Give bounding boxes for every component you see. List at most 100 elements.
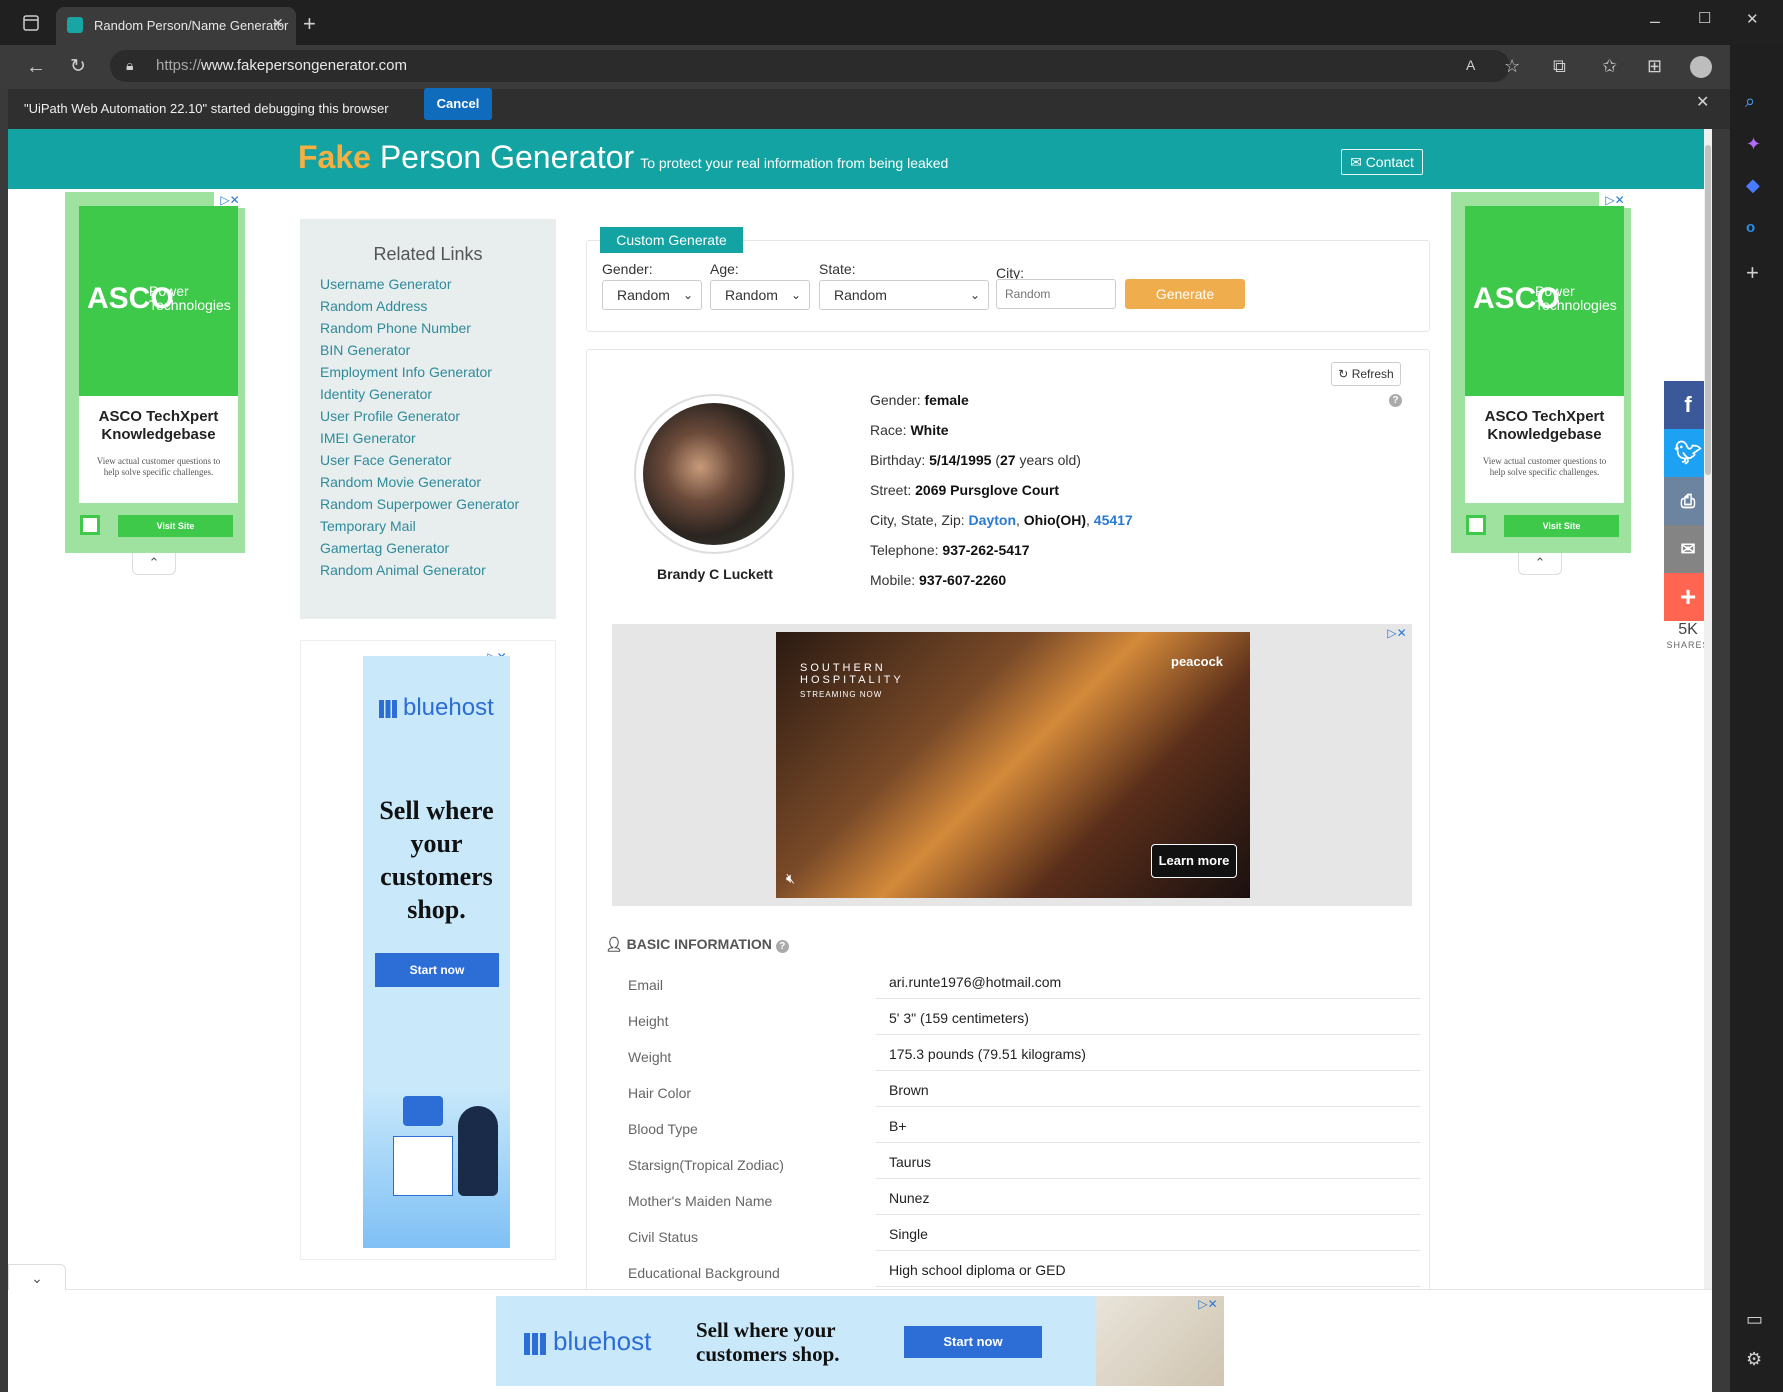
row-divider: [876, 1250, 1420, 1251]
new-tab-icon[interactable]: +: [303, 13, 316, 35]
age-select[interactable]: Random ⌄: [710, 280, 810, 310]
back-icon[interactable]: ←: [26, 57, 46, 77]
bottom-ad-collapse-button[interactable]: ⌄: [8, 1264, 66, 1290]
person-name: Brandy C Luckett: [657, 566, 773, 582]
help-icon[interactable]: ?: [775, 940, 789, 953]
refresh-icon: ↻: [1338, 367, 1349, 381]
row-label-education: Educational Background: [628, 1265, 780, 1281]
maximize-icon[interactable]: ☐: [1698, 11, 1711, 26]
state-select[interactable]: Random ⌄: [819, 280, 989, 310]
bluehost-headline: Sell where your customers shop.: [379, 796, 494, 924]
browser-tab[interactable]: Random Person/Name Generator: [56, 7, 296, 45]
related-link[interactable]: User Face Generator: [300, 449, 556, 471]
row-value-weight: 175.3 pounds (79.51 kilograms): [889, 1046, 1086, 1062]
asco-body: View actual customer questions to help s…: [1482, 456, 1607, 477]
scrollbar-thumb[interactable]: [1705, 145, 1711, 475]
basic-info-title: BASIC INFORMATION: [626, 936, 772, 952]
row-label-maiden-name: Mother's Maiden Name: [628, 1193, 773, 1209]
related-link[interactable]: Random Animal Generator: [300, 559, 556, 581]
extensions-icon[interactable]: ⧉: [1553, 57, 1566, 75]
related-link[interactable]: User Profile Generator: [300, 405, 556, 427]
asco-visit-button[interactable]: Visit Site: [118, 515, 233, 537]
row-label-civil-status: Civil Status: [628, 1229, 699, 1245]
contact-button[interactable]: ✉ Contact: [1341, 149, 1423, 175]
sidebar-outlook-icon[interactable]: o: [1746, 220, 1755, 235]
reload-icon[interactable]: ↻: [70, 57, 86, 76]
related-link[interactable]: Username Generator: [300, 273, 556, 295]
street-row: Street: 2069 Pursglove Court: [870, 482, 1060, 498]
row-value-starsign: Taurus: [889, 1154, 932, 1170]
favorites-icon[interactable]: ✩: [1602, 57, 1617, 75]
asco-body: View actual customer questions to help s…: [96, 456, 221, 477]
tab-close-icon[interactable]: ✕: [272, 16, 284, 30]
generate-button[interactable]: Generate: [1125, 279, 1245, 309]
learn-more-button[interactable]: Learn more: [1151, 844, 1237, 878]
site-logo[interactable]: Fake Person Generator To protect your rea…: [298, 137, 948, 183]
city-input[interactable]: [996, 279, 1116, 309]
url-host: www.fakepersongenerator.com: [201, 57, 407, 74]
city-link[interactable]: Dayton: [969, 512, 1016, 528]
related-link[interactable]: Identity Generator: [300, 383, 556, 405]
related-link[interactable]: Employment Info Generator: [300, 361, 556, 383]
mobile-value: 937-607-2260: [919, 572, 1007, 588]
tab-actions-icon[interactable]: [22, 14, 40, 32]
row-value-hair-color: Brown: [889, 1082, 929, 1098]
age-label: Age:: [710, 261, 739, 277]
close-window-icon[interactable]: ✕: [1746, 12, 1759, 27]
mute-icon[interactable]: 🔇︎: [786, 870, 795, 887]
gender-select[interactable]: Random ⌄: [602, 280, 702, 310]
sidebar-settings-icon[interactable]: ⚙: [1746, 1350, 1762, 1368]
lock-icon[interactable]: 🔒︎: [126, 58, 133, 72]
ad-choices-icon[interactable]: ▷✕: [1381, 625, 1413, 641]
help-icon[interactable]: ?: [1389, 394, 1402, 407]
mobile-row: Mobile: 937-607-2260: [870, 572, 1007, 588]
asco-visit-button[interactable]: Visit Site: [1504, 515, 1619, 537]
basic-info-heading: 👤︎ BASIC INFORMATION ?: [605, 936, 789, 953]
bluehost-start-button[interactable]: Start now: [904, 1326, 1042, 1358]
row-label-starsign: Starsign(Tropical Zodiac): [628, 1157, 784, 1173]
asco-tech: Technologies: [149, 297, 231, 313]
related-link[interactable]: Gamertag Generator: [300, 537, 556, 559]
collections-icon[interactable]: ⊞: [1647, 57, 1662, 75]
asco-ad-icon: [1466, 515, 1486, 535]
gender-row: Gender: female: [870, 392, 969, 408]
refresh-button[interactable]: ↻ Refresh: [1331, 362, 1401, 386]
bluehost-start-button[interactable]: Start now: [375, 953, 499, 987]
video-ad-player[interactable]: SOUTHERN HOSPITALITY STREAMING NOW peaco…: [776, 632, 1250, 898]
minimize-icon[interactable]: –: [1650, 12, 1660, 30]
read-aloud-icon[interactable]: A: [1466, 58, 1475, 72]
sidebar-layout-icon[interactable]: ▭: [1746, 1310, 1763, 1328]
asco-tech: Technologies: [1535, 297, 1617, 313]
zip-link[interactable]: 45417: [1094, 512, 1133, 528]
related-link[interactable]: BIN Generator: [300, 339, 556, 361]
add-favorite-icon[interactable]: ☆: [1504, 57, 1520, 75]
related-link[interactable]: Random Phone Number: [300, 317, 556, 339]
ad-choices-icon[interactable]: ▷✕: [1192, 1296, 1224, 1312]
asco-logo-panel: ASCO Power Technologies: [1465, 206, 1624, 396]
bluehost-bottom-ad[interactable]: bluehost Sell where your customers shop.…: [496, 1296, 1224, 1386]
related-link[interactable]: Random Movie Generator: [300, 471, 556, 493]
related-link[interactable]: Temporary Mail: [300, 515, 556, 537]
brand-fake: Fake: [298, 139, 371, 175]
related-link[interactable]: Random Superpower Generator: [300, 493, 556, 515]
right-ad-collapse-button[interactable]: ⌃: [1518, 553, 1562, 575]
row-label-blood-type: Blood Type: [628, 1121, 698, 1137]
row-label-email: Email: [628, 977, 664, 993]
custom-generate-title: Custom Generate: [600, 227, 743, 253]
sidebar-copilot-icon[interactable]: ✦: [1746, 135, 1761, 153]
bluehost-side-ad[interactable]: bluehost Sell where your customers shop.…: [363, 656, 510, 1248]
sidebar-shopping-icon[interactable]: ◆: [1746, 176, 1760, 194]
bluehost-grid-icon: [524, 1333, 546, 1355]
related-link[interactable]: IMEI Generator: [300, 427, 556, 449]
left-ad-collapse-button[interactable]: ⌃: [132, 553, 176, 575]
sidebar-search-icon[interactable]: ⌕: [1745, 92, 1755, 110]
race-value: White: [910, 422, 949, 438]
tab-title: Random Person/Name Generator: [94, 18, 289, 33]
debug-cancel-button[interactable]: Cancel: [424, 88, 492, 120]
infobar-close-icon[interactable]: ✕: [1696, 95, 1709, 111]
mail-icon: ✉: [1350, 154, 1362, 170]
profile-avatar[interactable]: [1690, 56, 1712, 78]
sidebar-add-icon[interactable]: +: [1746, 262, 1759, 284]
url-field[interactable]: https://www.fakepersongenerator.com: [110, 50, 1510, 82]
related-link[interactable]: Random Address: [300, 295, 556, 317]
